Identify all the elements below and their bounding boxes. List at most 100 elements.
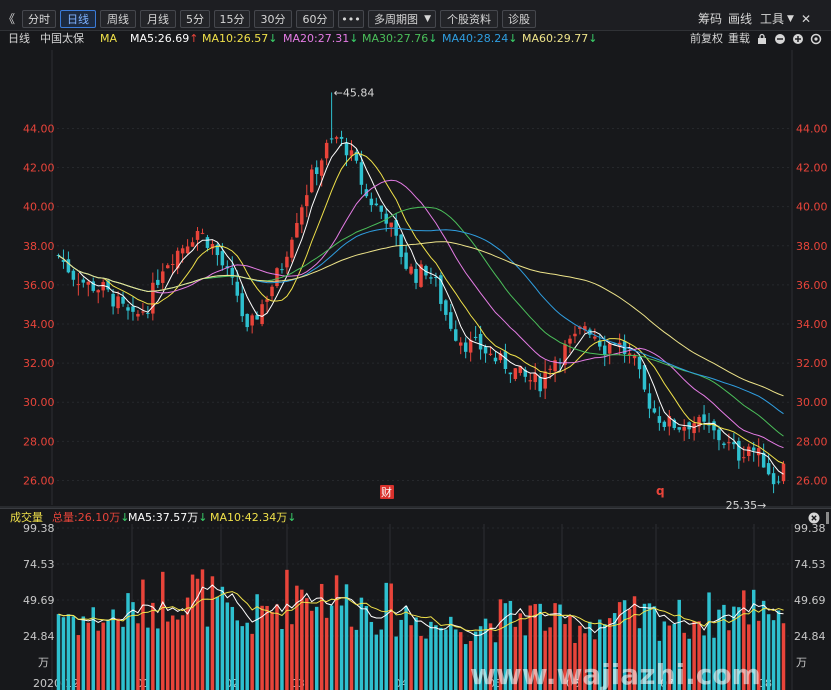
candle-body <box>319 160 324 176</box>
candle-body <box>583 326 587 331</box>
volume-bar <box>200 569 205 690</box>
candle-body <box>260 304 264 325</box>
period-tab-4[interactable]: 5分 <box>180 10 210 28</box>
panel-handle[interactable] <box>826 512 829 524</box>
volume-tick-right: 24.84 <box>794 630 826 643</box>
candle-body <box>290 239 294 258</box>
volume-bar <box>578 625 582 690</box>
volume-bar <box>498 599 503 690</box>
high-marker: ←45.84 <box>334 86 375 99</box>
stock-info-button[interactable]: 个股资料 <box>440 10 498 28</box>
period-tab-1[interactable]: 日线 <box>60 10 96 28</box>
reset-button[interactable]: 重载 <box>728 30 750 48</box>
multi-period-dropdown[interactable]: 多周期图 ▼ <box>368 10 436 28</box>
volume-bar <box>265 605 269 690</box>
volume-bar <box>66 614 71 690</box>
volume-bar <box>662 621 667 690</box>
volume-close-icon[interactable] <box>808 512 820 524</box>
period-tab-5[interactable]: 15分 <box>214 10 250 28</box>
volume-bar <box>533 604 537 690</box>
candle-body <box>334 137 339 139</box>
volume-ma5-line <box>58 584 784 637</box>
volume-bar <box>642 603 647 690</box>
candle-body <box>478 333 483 350</box>
candle-body <box>548 368 552 370</box>
zoom-in-icon[interactable] <box>792 33 804 45</box>
volume-bar <box>334 575 339 690</box>
candle-body <box>652 408 657 413</box>
ma10-line <box>58 152 784 464</box>
volume-bar <box>215 596 220 690</box>
candle-body <box>225 266 230 269</box>
chip-distribution-button[interactable]: 筹码 <box>698 11 722 27</box>
lock-icon[interactable] <box>756 33 768 45</box>
close-icon[interactable]: ✕ <box>801 11 811 27</box>
ma30-line <box>58 206 784 437</box>
candle-body <box>205 237 210 248</box>
volume-bar <box>364 606 369 690</box>
zoom-out-icon[interactable] <box>774 33 786 45</box>
candle-body <box>210 244 215 249</box>
price-tick-right: 34.00 <box>796 318 828 331</box>
period-tab-0[interactable]: 分时 <box>22 10 56 28</box>
volume-bar <box>439 627 443 690</box>
volume-bar <box>717 609 721 690</box>
dropdown-arrow-icon: ▼ <box>424 14 431 24</box>
ma5-value: MA5:26.69↑ <box>130 32 199 45</box>
tools-button[interactable]: 工具 <box>760 11 784 27</box>
volume-bar <box>300 589 304 690</box>
draw-line-button[interactable]: 画线 <box>728 11 752 27</box>
down-arrow-icon: ↓ <box>198 511 208 524</box>
volume-bar <box>146 627 150 690</box>
candle-body <box>220 251 225 266</box>
x-axis-label: 05 <box>488 677 502 690</box>
settings-icon[interactable] <box>810 33 822 45</box>
candle-body <box>354 151 359 161</box>
period-tab-3[interactable]: 月线 <box>140 10 176 28</box>
candle-body <box>553 360 557 372</box>
candle-body <box>136 313 140 317</box>
volume-bar <box>503 603 508 690</box>
candle-body <box>429 277 433 279</box>
volume-bar <box>652 606 657 690</box>
ma-label: MA <box>100 32 118 45</box>
adjust-button[interactable]: 前复权 <box>690 30 723 48</box>
period-tab-6[interactable]: 30分 <box>254 10 292 28</box>
volume-bar <box>573 642 577 690</box>
candle-body <box>409 266 413 274</box>
candle-body <box>86 281 91 285</box>
volume-bar <box>444 629 448 690</box>
ma20-value: MA20:27.31↓ <box>283 32 359 45</box>
volume-bar <box>205 626 210 690</box>
tools-dropdown-icon[interactable]: ▼ <box>787 11 794 27</box>
volume-bar <box>637 628 642 690</box>
candle-body <box>751 447 756 451</box>
more-button[interactable]: ••• <box>338 10 364 28</box>
volume-bar <box>86 622 91 690</box>
candle-body <box>667 416 672 427</box>
candle-body <box>131 306 135 312</box>
candle-body <box>285 256 289 268</box>
diagnose-button[interactable]: 诊股 <box>502 10 536 28</box>
volume-bar <box>588 621 592 690</box>
candle-body <box>190 242 195 247</box>
candle-body <box>151 282 155 314</box>
volume-total: 总量:26.10万↓ <box>52 511 130 524</box>
period-tab-7[interactable]: 60分 <box>296 10 334 28</box>
volume-bar <box>185 597 190 690</box>
candle-body <box>76 284 81 286</box>
volume-bar <box>737 607 741 690</box>
watermark: www.wajiazhi.com <box>470 658 761 690</box>
candle-body <box>573 333 577 337</box>
candle-body <box>349 150 354 156</box>
volume-bar <box>106 619 110 690</box>
volume-layer <box>56 569 786 690</box>
back-icon[interactable]: 《 <box>3 11 15 27</box>
period-tab-2[interactable]: 周线 <box>100 10 136 28</box>
candle-body <box>707 423 711 426</box>
x-axis-label: 04 <box>394 677 408 690</box>
candle-body <box>449 312 453 329</box>
candle-body <box>116 296 120 309</box>
volume-bar <box>553 603 557 690</box>
ma40-line <box>58 227 784 415</box>
